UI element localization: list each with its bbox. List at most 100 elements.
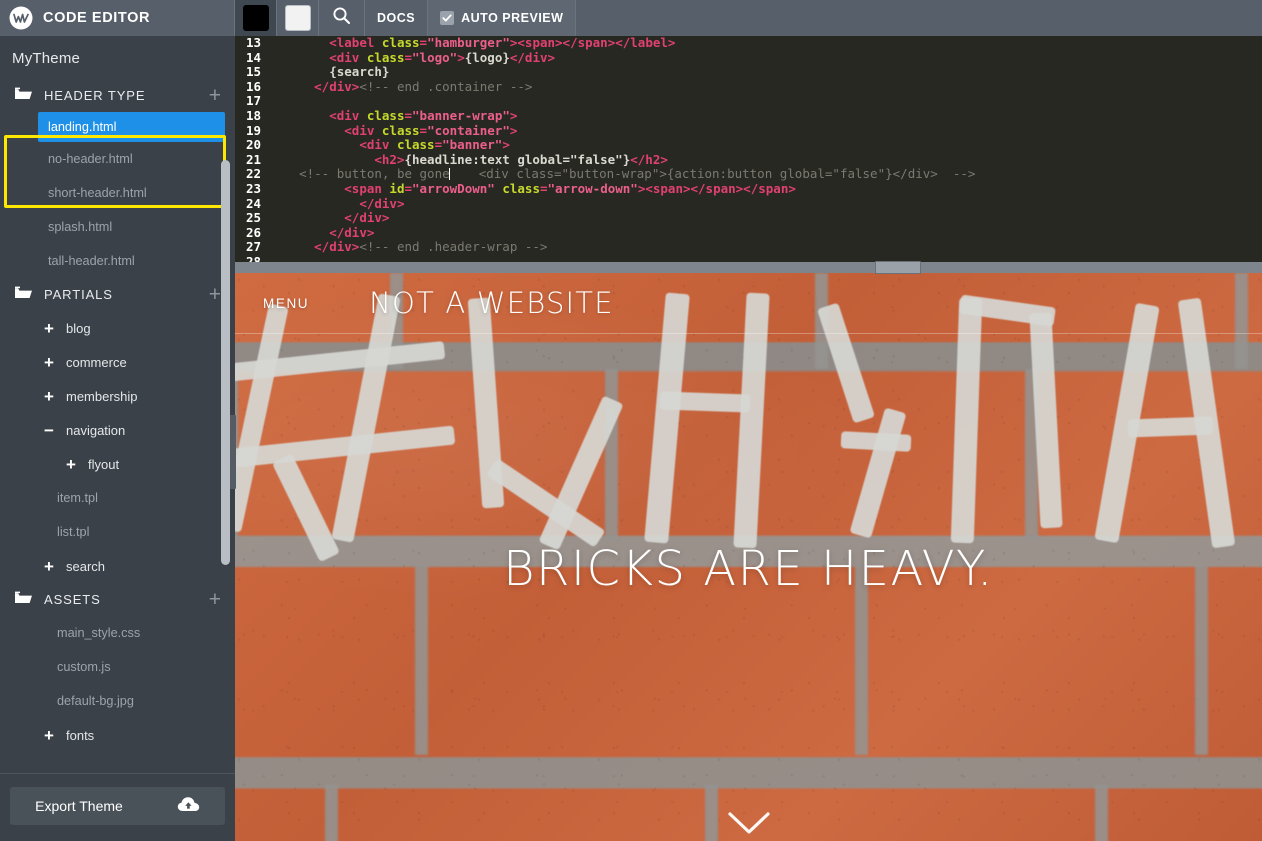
line-number: 25 (245, 210, 261, 226)
line-number: 21 (245, 151, 261, 167)
line-content[interactable]: </div> (269, 210, 389, 226)
theme-color-white-swatch[interactable] (277, 0, 319, 36)
code-line[interactable]: 14 <div class="logo">{logo}</div> (235, 50, 1262, 66)
code-editor[interactable]: 13 <label class="hamburger"><span></span… (235, 36, 1262, 268)
sidebar-scrollbar-thumb[interactable] (221, 160, 230, 565)
auto-preview-toggle[interactable]: AUTO PREVIEW (428, 0, 577, 36)
code-line[interactable]: 27 </div><!-- end .header-wrap --> (235, 240, 1262, 255)
expand-toggle-icon[interactable]: + (44, 388, 62, 405)
sidebar-group-partials[interactable]: PARTIALS + (0, 278, 235, 311)
line-content[interactable]: <label class="hamburger"><span></span></… (269, 36, 675, 51)
code-line[interactable]: 20 <div class="banner"> (235, 137, 1262, 153)
node-label: list.tpl (57, 525, 90, 539)
export-theme-button[interactable]: Export Theme (10, 787, 225, 825)
node-label: navigation (66, 422, 126, 438)
code-line[interactable]: 15 {search} (235, 64, 1262, 80)
line-content[interactable]: </div> (269, 196, 404, 212)
search-button[interactable] (319, 0, 365, 36)
line-content[interactable]: </div><!-- end .header-wrap --> (269, 240, 547, 255)
code-line[interactable]: 13 <label class="hamburger"><span></span… (235, 36, 1262, 51)
export-area: Export Theme (0, 773, 235, 841)
line-content[interactable]: <span id="arrowDown" class="arrow-down">… (269, 181, 796, 197)
expand-toggle-icon[interactable]: + (66, 456, 84, 473)
code-line[interactable]: 25 </div> (235, 210, 1262, 226)
node-label: membership (66, 388, 138, 404)
line-content[interactable]: <!-- button, be gone <div class="button-… (269, 167, 975, 182)
mortar-joint (325, 785, 338, 841)
line-content[interactable]: <div class="banner"> (269, 137, 510, 153)
line-content[interactable]: </div><!-- end .container --> (269, 79, 532, 95)
sidebar-file-splash-html[interactable]: splash.html (0, 210, 235, 244)
file-tree-sidebar: MyTheme HEADER TYPE + landing.html no-he… (0, 36, 235, 841)
docs-link[interactable]: DOCS (365, 0, 429, 36)
collapse-toggle-icon[interactable]: − (44, 422, 62, 439)
toolbar-filler (576, 0, 1262, 36)
expand-toggle-icon[interactable]: + (44, 354, 62, 371)
line-content[interactable]: <div class="container"> (269, 123, 517, 139)
file-label: tall-header.html (48, 254, 135, 268)
sidebar-file-main-style-css[interactable]: main_style.css (0, 616, 235, 650)
sidebar-node-commerce[interactable]: + commerce (0, 345, 235, 379)
sidebar-node-flyout[interactable]: + flyout (0, 447, 235, 481)
sidebar-node-fonts[interactable]: + fonts (0, 718, 235, 752)
sidebar-group-header-type[interactable]: HEADER TYPE + (0, 79, 235, 112)
sidebar-node-membership[interactable]: + membership (0, 379, 235, 413)
file-label: short-header.html (48, 186, 147, 200)
checkbox-checked-icon[interactable] (440, 11, 455, 25)
sidebar-file-list-tpl[interactable]: list.tpl (0, 515, 235, 549)
expand-toggle-icon[interactable]: + (44, 558, 62, 575)
live-preview-pane[interactable]: MENU NOT A WEBSITE BRICKS ARE HEAVY. (235, 273, 1262, 841)
line-content[interactable]: <div class="logo">{logo}</div> (269, 50, 555, 66)
line-number: 17 (245, 93, 261, 109)
sidebar-file-short-header-html[interactable]: short-header.html (0, 176, 235, 210)
expand-toggle-icon[interactable]: + (44, 727, 62, 744)
line-content[interactable]: </div> (269, 225, 374, 241)
sidebar-node-blog[interactable]: + blog (0, 311, 235, 345)
sidebar-file-default-bg-jpg[interactable]: default-bg.jpg (0, 684, 235, 718)
folder-icon (14, 590, 33, 610)
code-line[interactable]: 18 <div class="banner-wrap"> (235, 108, 1262, 124)
code-line[interactable]: 26 </div> (235, 225, 1262, 241)
line-content[interactable]: <div class="banner-wrap"> (269, 108, 517, 124)
folder-icon (14, 285, 33, 305)
app-title: CODE EDITOR (43, 10, 151, 26)
code-line[interactable]: 23 <span id="arrowDown" class="arrow-dow… (235, 181, 1262, 197)
preview-headline: BRICKS ARE HEAVY. (503, 541, 994, 597)
line-content[interactable]: <h2>{headline:text global="false"}</h2> (269, 152, 668, 168)
line-content[interactable]: {search} (269, 64, 389, 80)
mortar-joint (605, 369, 618, 539)
preview-site-logo: NOT A WEBSITE (369, 286, 614, 320)
theme-color-black-swatch[interactable] (235, 0, 277, 36)
webflow-w-logo-icon (9, 6, 33, 30)
preview-menu-link[interactable]: MENU (263, 296, 309, 311)
file-label: no-header.html (48, 152, 133, 166)
node-label: item.tpl (57, 491, 98, 505)
group-label: PARTIALS (44, 287, 113, 302)
sidebar-file-tall-header-html[interactable]: tall-header.html (0, 244, 235, 278)
code-lines[interactable]: 13 <label class="hamburger"><span></span… (235, 36, 1262, 268)
code-line[interactable]: 24 </div> (235, 196, 1262, 212)
sidebar-file-landing-html[interactable]: landing.html (38, 112, 225, 142)
code-line[interactable]: 17 (235, 94, 1262, 109)
editor-horizontal-scrollbar-track[interactable] (235, 262, 1262, 273)
app-toolbar: CODE EDITOR DOCS AUTO PREVIEW (0, 0, 1262, 36)
add-file-button[interactable]: + (209, 284, 221, 305)
sidebar-group-assets[interactable]: ASSETS + (0, 583, 235, 616)
code-line[interactable]: 21 <h2>{headline:text global="false"}</h… (235, 151, 1262, 168)
sidebar-node-search[interactable]: + search (0, 549, 235, 583)
sidebar-file-custom-js[interactable]: custom.js (0, 650, 235, 684)
code-line[interactable]: 22 <!-- button, be gone <div class="butt… (235, 167, 1262, 182)
editor-horizontal-scrollbar-thumb[interactable] (875, 261, 921, 274)
add-file-button[interactable]: + (209, 589, 221, 610)
mortar-joint (1095, 785, 1108, 841)
search-icon (332, 6, 351, 30)
code-line[interactable]: 16 </div><!-- end .container --> (235, 79, 1262, 95)
chevron-down-icon[interactable] (727, 811, 771, 841)
expand-toggle-icon[interactable]: + (44, 320, 62, 337)
sidebar-node-navigation[interactable]: − navigation (0, 413, 235, 447)
sidebar-file-no-header-html[interactable]: no-header.html (0, 142, 235, 176)
add-file-button[interactable]: + (209, 85, 221, 106)
sidebar-file-item-tpl[interactable]: item.tpl (0, 481, 235, 515)
code-line[interactable]: 19 <div class="container"> (235, 123, 1262, 139)
node-label: main_style.css (57, 626, 141, 640)
